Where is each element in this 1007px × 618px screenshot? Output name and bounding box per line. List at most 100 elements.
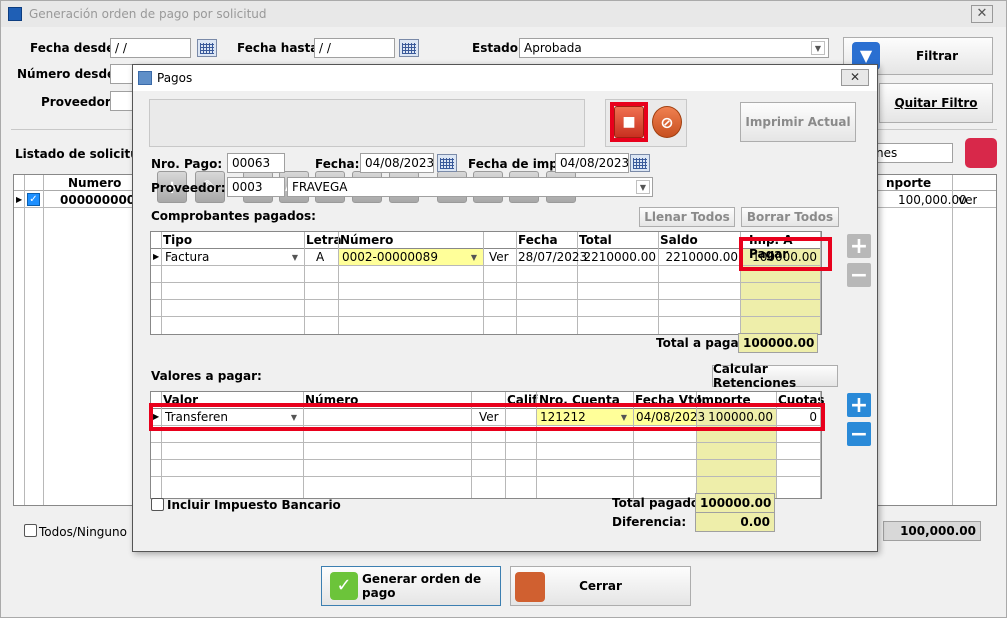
diferencia-label: Diferencia: bbox=[612, 515, 687, 529]
borrar-todos-button[interactable]: Borrar Todos bbox=[741, 207, 839, 227]
app-icon bbox=[8, 7, 22, 21]
grid-line bbox=[304, 232, 305, 334]
todos-label: Todos/Ninguno bbox=[39, 525, 127, 539]
comp-numero[interactable]: 0002-00000089 bbox=[342, 250, 438, 264]
grid-line bbox=[658, 232, 659, 334]
check-icon[interactable]: ✓ bbox=[27, 193, 40, 206]
col-numero: Número bbox=[340, 233, 394, 247]
row-ver-link[interactable]: ver bbox=[958, 193, 977, 207]
comp-letra: A bbox=[316, 250, 325, 264]
printer-icon[interactable] bbox=[965, 138, 997, 168]
dialog-titlebar: Pagos ✕ bbox=[133, 65, 877, 91]
col-total: Total bbox=[579, 233, 612, 247]
nro-pago-input[interactable]: 00063 bbox=[227, 153, 285, 173]
grid-line bbox=[151, 459, 821, 460]
llenar-todos-button[interactable]: Llenar Todos bbox=[639, 207, 735, 227]
cancel-icon bbox=[515, 572, 545, 602]
quitar-filtro-label: Quitar Filtro bbox=[894, 96, 978, 110]
total-a-pagar-value: 100000.00 bbox=[743, 336, 815, 350]
grid-line bbox=[151, 248, 821, 249]
col-numero: Numero bbox=[68, 176, 122, 190]
imprimir-actual-button[interactable]: Imprimir Actual bbox=[740, 102, 856, 142]
llenar-todos-label: Llenar Todos bbox=[644, 210, 730, 224]
estado-label: Estado: bbox=[472, 41, 523, 55]
close-icon[interactable]: ✕ bbox=[971, 5, 993, 23]
todos-checkbox[interactable] bbox=[24, 524, 37, 537]
row-marker: ▶ bbox=[153, 252, 160, 261]
calendar-icon[interactable] bbox=[437, 154, 457, 172]
total-pagado-field: 100000.00 bbox=[695, 493, 775, 513]
grid-line bbox=[151, 316, 821, 317]
main-titlebar: Generación orden de pago por solicitud ✕ bbox=[1, 1, 1006, 27]
estado-select[interactable]: Aprobada bbox=[519, 38, 829, 58]
comprobantes-grid: Tipo Letra Número Fecha Total Saldo Imp.… bbox=[150, 231, 822, 335]
plus-icon[interactable]: + bbox=[847, 234, 871, 259]
main-title: Generación orden de pago por solicitud bbox=[29, 7, 267, 21]
nro-pago-label: Nro. Pago: bbox=[151, 157, 223, 171]
grid-line bbox=[952, 175, 953, 505]
toolbar-group bbox=[149, 99, 585, 147]
pagos-dialog: Pagos ✕ + ✎ ⚲ A↓ ▼ ▤ ⎙ ⏮ ◀ ▶ ⏭ ■ ⊘ Impri… bbox=[132, 64, 878, 552]
proveedor-label: Proveedor: bbox=[41, 95, 116, 109]
chevron-down-icon[interactable]: ▼ bbox=[636, 180, 650, 194]
chevron-down-icon[interactable]: ▼ bbox=[288, 250, 302, 264]
fecha-imp-input[interactable]: 04/08/2023 bbox=[555, 153, 629, 173]
col-fecha: Fecha bbox=[518, 233, 558, 247]
fecha-imp-label: Fecha de imp.: bbox=[468, 157, 568, 171]
comp-saldo: 2210000.00 bbox=[665, 250, 738, 264]
cancel-icon[interactable]: ⊘ bbox=[652, 106, 682, 138]
dialog-title: Pagos bbox=[157, 71, 193, 85]
chevron-down-icon[interactable]: ▼ bbox=[467, 250, 481, 264]
proveedor-code-input[interactable]: 0003 bbox=[227, 177, 285, 197]
calcular-retenciones-label: Calcular Retenciones bbox=[713, 362, 797, 390]
check-icon: ✓ bbox=[330, 572, 358, 600]
minus-icon[interactable]: − bbox=[847, 422, 871, 447]
proveedor-label: Proveedor: bbox=[151, 181, 226, 195]
comprobantes-label: Comprobantes pagados: bbox=[151, 209, 316, 223]
total-a-pagar-label: Total a pagar: bbox=[656, 336, 750, 350]
grid-line bbox=[43, 175, 44, 505]
grid-line bbox=[151, 442, 821, 443]
close-icon[interactable]: ✕ bbox=[841, 69, 869, 86]
valores-row-highlight bbox=[149, 403, 825, 431]
col-letra: Letra bbox=[306, 233, 342, 247]
imprimir-actual-label: Imprimir Actual bbox=[745, 115, 851, 129]
total-field: 100,000.00 bbox=[883, 521, 981, 541]
grid-line bbox=[338, 232, 339, 334]
incluir-checkbox[interactable] bbox=[151, 498, 164, 511]
calendar-icon[interactable] bbox=[197, 39, 217, 57]
generar-button[interactable]: ✓ Generar orden de pago bbox=[321, 566, 501, 606]
grid-line bbox=[24, 175, 25, 505]
grid-line bbox=[516, 232, 517, 334]
generar-label: Generar orden de pago bbox=[362, 572, 482, 600]
fecha-hasta-input[interactable]: / / bbox=[314, 38, 395, 58]
grid-line bbox=[151, 476, 821, 477]
save-icon[interactable]: ■ bbox=[614, 106, 644, 138]
chevron-down-icon[interactable]: ▼ bbox=[811, 41, 825, 55]
comp-tipo[interactable]: Factura bbox=[165, 250, 209, 264]
search-field[interactable]: nes bbox=[871, 143, 953, 163]
grid-line bbox=[151, 265, 821, 266]
grid-line bbox=[483, 232, 484, 334]
calendar-icon[interactable] bbox=[630, 154, 650, 172]
incluir-label: Incluir Impuesto Bancario bbox=[167, 498, 341, 512]
numero-desde-label: Número desde: bbox=[17, 67, 120, 81]
diferencia-value: 0.00 bbox=[740, 515, 770, 529]
fecha-desde-input[interactable]: / / bbox=[110, 38, 191, 58]
plus-icon[interactable]: + bbox=[847, 393, 871, 418]
cerrar-button[interactable]: Cerrar bbox=[510, 566, 691, 606]
total-pagado-value: 100000.00 bbox=[700, 496, 772, 510]
minus-icon[interactable]: − bbox=[847, 263, 871, 288]
calcular-retenciones-button[interactable]: Calcular Retenciones bbox=[712, 362, 838, 390]
comp-ver-link[interactable]: Ver bbox=[489, 250, 509, 264]
proveedor-name-select[interactable]: FRAVEGA bbox=[287, 177, 653, 197]
fecha-label: Fecha: bbox=[315, 157, 360, 171]
quitar-filtro-button[interactable]: Quitar Filtro bbox=[879, 83, 993, 123]
col-saldo: Saldo bbox=[660, 233, 698, 247]
fecha-input[interactable]: 04/08/2023 bbox=[360, 153, 434, 173]
calendar-icon[interactable] bbox=[399, 39, 419, 57]
valores-label: Valores a pagar: bbox=[151, 369, 262, 383]
cerrar-label: Cerrar bbox=[579, 579, 622, 593]
col-tipo: Tipo bbox=[163, 233, 193, 247]
grid-line bbox=[161, 232, 162, 334]
